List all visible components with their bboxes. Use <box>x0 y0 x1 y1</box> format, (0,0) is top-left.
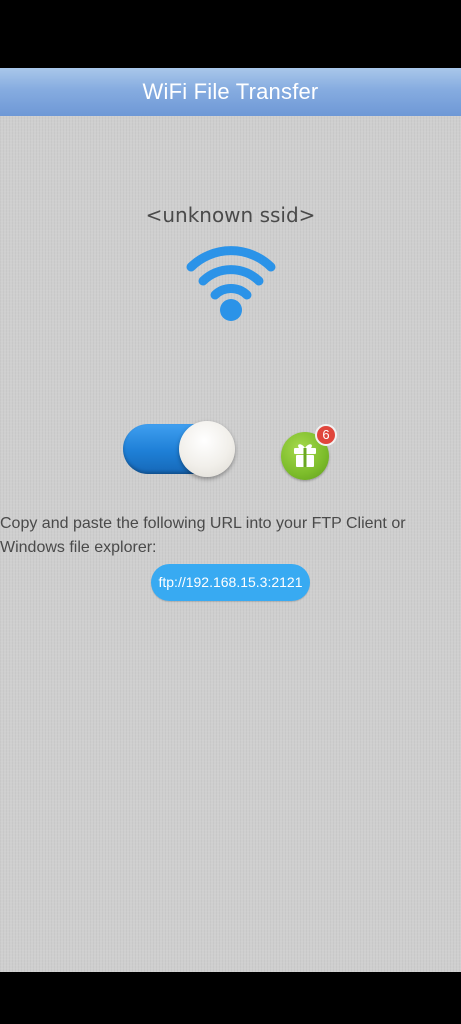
gift-icon <box>294 444 316 467</box>
app-bar: WiFi File Transfer <box>0 68 461 116</box>
status-bar <box>0 0 461 68</box>
app-title: WiFi File Transfer <box>142 79 319 104</box>
toggle-knob[interactable] <box>179 421 235 477</box>
wifi-icon <box>186 246 276 321</box>
gift-button[interactable]: 6 <box>281 424 337 482</box>
notification-badge: 6 <box>315 424 337 446</box>
navigation-bar <box>0 972 461 1024</box>
ftp-url-button[interactable]: ftp://192.168.15.3:2121 <box>151 564 310 601</box>
ssid-label: <unknown ssid> <box>145 203 316 227</box>
server-toggle[interactable] <box>123 421 235 477</box>
instructions-text: Copy and paste the following URL into yo… <box>0 515 406 556</box>
